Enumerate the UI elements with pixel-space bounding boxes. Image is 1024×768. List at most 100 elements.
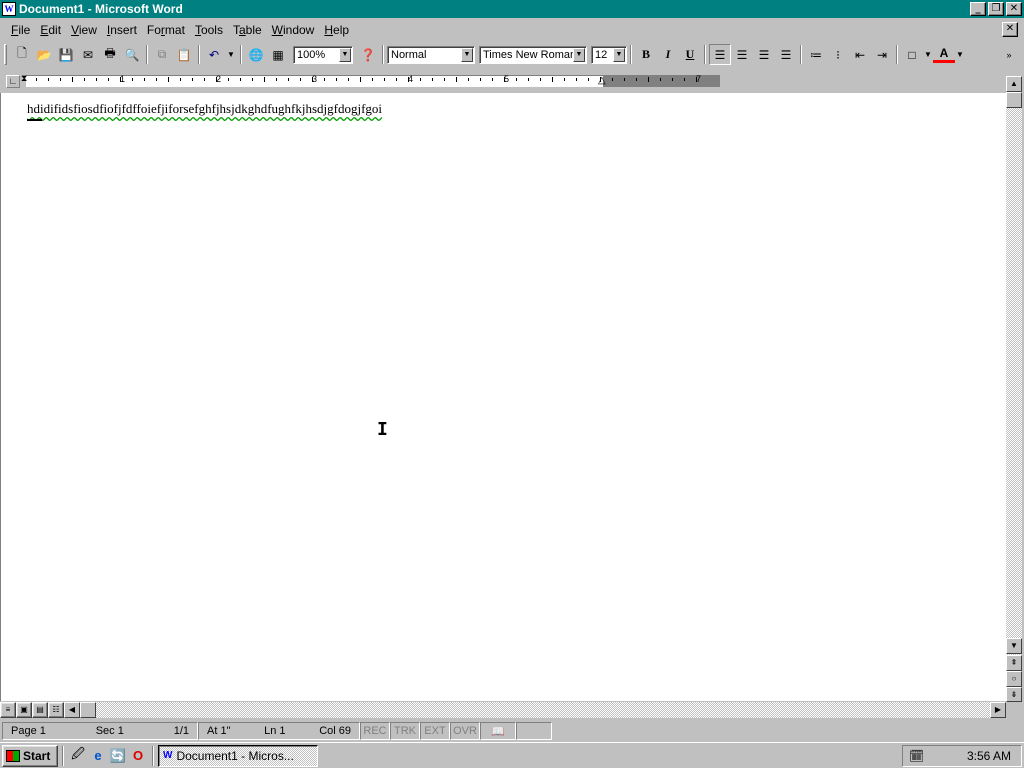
scroll-down-button[interactable]: ▼ — [1006, 638, 1022, 654]
paste-icon[interactable]: 📋 — [173, 44, 195, 65]
more-buttons-icon[interactable]: » — [998, 44, 1020, 65]
opera-icon[interactable]: O — [128, 746, 148, 766]
ruler-tick — [528, 78, 529, 81]
justify-icon[interactable]: ☰ — [775, 44, 797, 65]
italic-button[interactable]: I — [657, 44, 679, 65]
border-icon[interactable]: □ — [901, 44, 923, 65]
font-color-dropdown-icon[interactable]: ▼ — [955, 44, 965, 65]
taskbar-item-document1[interactable]: W Document1 - Micros... — [158, 744, 318, 767]
style-select[interactable]: Normal ▼ — [387, 45, 475, 64]
document-page[interactable]: hdidifidsfiosdfiofjfdffoiefjiforsefghfjh… — [0, 93, 1006, 701]
close-button[interactable]: ✕ — [1006, 2, 1022, 16]
title-bar[interactable]: W Document1 - Microsoft Word _ ❐ ✕ — [0, 0, 1024, 18]
scroll-thumb[interactable] — [1006, 92, 1022, 108]
ruler-tick — [192, 78, 193, 81]
email-icon[interactable]: ✉ — [77, 44, 99, 65]
previous-page-button[interactable]: ⇞ — [1006, 655, 1022, 671]
horizontal-scrollbar[interactable]: ◀ ▶ — [64, 702, 1006, 718]
show-desktop-icon[interactable]: 🖉 — [68, 746, 88, 766]
align-right-icon[interactable]: ☰ — [753, 44, 775, 65]
minimize-button[interactable]: _ — [970, 2, 986, 16]
status-trk[interactable]: TRK — [390, 722, 420, 740]
separator — [240, 45, 242, 64]
font-select[interactable]: Times New Roman ▼ — [479, 45, 587, 64]
ruler-tick — [132, 78, 133, 81]
horizontal-ruler[interactable]: ∟ 1 2 3 4 5 7 ⧗ △ — [0, 72, 1004, 90]
menu-help[interactable]: Help — [319, 23, 354, 37]
next-page-button[interactable]: ⇟ — [1006, 687, 1022, 702]
menu-edit[interactable]: Edit — [35, 23, 66, 37]
document-text[interactable]: hdidifidsfiosdfiofjfdffoiefjiforsefghfjh… — [27, 101, 382, 117]
separator — [704, 45, 706, 64]
menu-table[interactable]: Table — [228, 23, 267, 37]
separator — [630, 45, 632, 64]
decrease-indent-icon[interactable]: ⇤ — [849, 44, 871, 65]
clock[interactable]: 3:56 AM — [967, 749, 1011, 763]
ruler-tick — [72, 77, 73, 82]
channels-icon[interactable]: 🔄 — [108, 746, 128, 766]
menu-format[interactable]: Format — [142, 23, 190, 37]
new-document-icon[interactable]: 🗋 — [11, 44, 33, 65]
web-toolbar-icon[interactable]: 🌐 — [245, 44, 267, 65]
chevron-down-icon[interactable]: ▼ — [461, 47, 473, 62]
bold-button[interactable]: B — [635, 44, 657, 65]
chevron-down-icon[interactable]: ▼ — [613, 47, 625, 62]
system-tray: 🗓 3:56 AM — [902, 744, 1022, 767]
status-rec[interactable]: REC — [360, 722, 390, 740]
menu-tools[interactable]: Tools — [190, 23, 228, 37]
print-preview-icon[interactable]: 🔍 — [121, 44, 143, 65]
normal-view-icon[interactable]: ≡ — [0, 702, 16, 718]
ruler-tick — [96, 78, 97, 81]
scroll-left-button[interactable]: ◀ — [64, 702, 80, 718]
print-layout-view-icon[interactable]: ▤ — [32, 702, 48, 718]
web-layout-view-icon[interactable]: ▣ — [16, 702, 32, 718]
scroll-up-button[interactable]: ▲ — [1006, 76, 1022, 92]
underline-button[interactable]: U — [679, 44, 701, 65]
align-left-icon[interactable]: ☰ — [709, 44, 731, 65]
undo-dropdown-icon[interactable]: ▼ — [225, 44, 237, 65]
menu-window[interactable]: Window — [267, 23, 320, 37]
document-close-button[interactable]: ✕ — [1002, 22, 1018, 37]
spelling-status-icon[interactable]: 📖 — [480, 722, 516, 740]
numbering-icon[interactable]: ≔ — [805, 44, 827, 65]
bullets-icon[interactable]: ⁝ — [827, 44, 849, 65]
print-icon[interactable]: 🖶 — [99, 44, 121, 65]
undo-icon[interactable]: ↶ — [203, 44, 225, 65]
start-button[interactable]: Start — [2, 744, 58, 767]
help-icon[interactable]: ❓ — [357, 44, 379, 65]
scroll-right-button[interactable]: ▶ — [990, 702, 1006, 718]
chevron-down-icon[interactable]: ▼ — [573, 47, 585, 62]
border-dropdown-icon[interactable]: ▼ — [923, 44, 933, 65]
zoom-select[interactable]: 100% ▼ — [293, 45, 353, 64]
menu-view[interactable]: View — [66, 23, 102, 37]
increase-indent-icon[interactable]: ⇥ — [871, 44, 893, 65]
select-browse-object-button[interactable]: ○ — [1006, 671, 1022, 687]
toolbar-grip[interactable] — [4, 44, 7, 65]
font-color-icon[interactable]: A — [933, 46, 955, 63]
vertical-scrollbar[interactable]: ▲ ▼ ⇞ ○ ⇟ — [1006, 76, 1022, 702]
scheduler-icon[interactable]: 🗓 — [909, 749, 924, 763]
ruler-tick — [240, 78, 241, 81]
hscroll-thumb[interactable] — [80, 702, 96, 718]
tables-icon[interactable]: ▦ — [267, 44, 289, 65]
menu-file[interactable]: File — [6, 23, 35, 37]
ruler-tick — [636, 78, 637, 81]
end-of-document-marker — [27, 119, 42, 121]
ruler-tick — [384, 78, 385, 81]
left-indent-marker[interactable]: ⧗ — [21, 73, 27, 84]
ruler-tick — [84, 78, 85, 81]
align-center-icon[interactable]: ☰ — [731, 44, 753, 65]
open-folder-icon[interactable]: 📂 — [33, 44, 55, 65]
tab-selector-icon[interactable]: ∟ — [6, 75, 20, 88]
internet-explorer-icon[interactable]: e — [88, 746, 108, 766]
status-ovr[interactable]: OVR — [450, 722, 480, 740]
ruler-tick — [312, 77, 313, 82]
menu-insert[interactable]: Insert — [102, 23, 142, 37]
outline-view-icon[interactable]: ☷ — [48, 702, 64, 718]
font-size-select[interactable]: 12 ▼ — [591, 45, 627, 64]
copy-icon[interactable]: ⧉ — [151, 44, 173, 65]
save-icon[interactable]: 💾 — [55, 44, 77, 65]
restore-button[interactable]: ❐ — [988, 2, 1004, 16]
status-ext[interactable]: EXT — [420, 722, 450, 740]
chevron-down-icon[interactable]: ▼ — [339, 47, 351, 62]
